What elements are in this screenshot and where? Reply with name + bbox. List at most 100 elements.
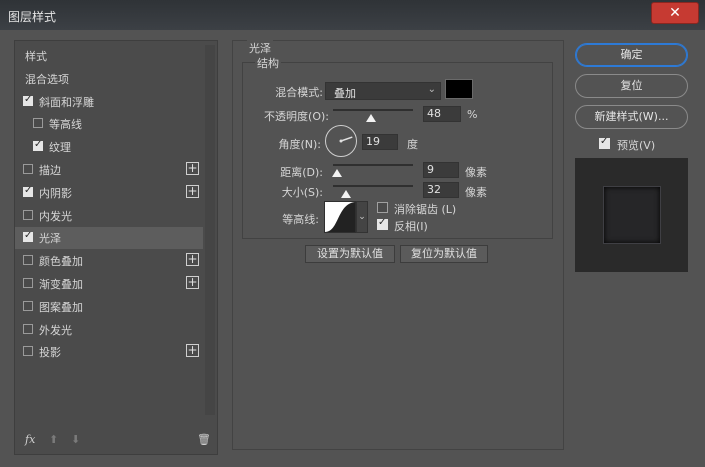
ok-button[interactable]: 确定	[575, 43, 688, 67]
style-list-item-label: 光泽	[39, 232, 61, 246]
opacity-slider-thumb[interactable]	[366, 114, 377, 122]
style-list-checkbox[interactable]	[23, 300, 33, 311]
style-list-item-label: 渐变叠加	[39, 278, 83, 291]
style-list-item[interactable]: 投影 +	[15, 341, 203, 363]
add-effect-icon[interactable]: +	[186, 276, 199, 289]
angle-dial-needle	[339, 136, 353, 143]
style-list-item[interactable]: 图案叠加	[15, 296, 203, 318]
layer-style-dialog: 图层样式 ✕ 样式混合选项斜面和浮雕等高线纹理描边+内阴影+内发光光泽颜色叠加+…	[0, 0, 705, 467]
distance-slider-thumb[interactable]	[332, 169, 342, 177]
contour-curve-icon	[325, 202, 355, 232]
antialias-checkbox[interactable]	[377, 202, 388, 213]
style-list-item-label: 描边	[39, 164, 61, 177]
angle-label: 角度(N):	[278, 138, 321, 151]
add-effect-icon[interactable]: +	[186, 344, 199, 358]
style-list-checkbox[interactable]	[23, 185, 33, 197]
section-title: 光泽	[247, 40, 273, 56]
blend-mode-value: 叠加	[334, 87, 356, 100]
preview-checkbox[interactable]	[599, 136, 610, 149]
style-list-item-label: 纹理	[49, 141, 71, 155]
style-preview	[575, 158, 688, 272]
new-style-button[interactable]: 新建样式(W)...	[575, 105, 688, 129]
style-list-item-label: 外发光	[39, 323, 72, 337]
style-list-item[interactable]: 内发光	[15, 205, 203, 227]
style-list-item[interactable]: 混合选项	[15, 68, 203, 90]
size-slider-thumb[interactable]	[341, 190, 351, 198]
style-list-item-label: 样式	[25, 50, 47, 63]
style-list-checkbox[interactable]	[23, 209, 33, 220]
style-list-item[interactable]: 渐变叠加 +	[15, 273, 203, 295]
structure-group: 结构 混合模式: 叠加 ⌄ 不透明度(O): 48 % 角度(N): 19 度 …	[242, 55, 553, 239]
style-list-checkbox[interactable]	[33, 118, 43, 129]
distance-slider[interactable]	[333, 164, 413, 166]
satin-panel: 光泽 结构 混合模式: 叠加 ⌄ 不透明度(O): 48 % 角度(N): 19	[232, 40, 564, 450]
style-list-checkbox[interactable]	[23, 278, 33, 288]
style-list-item-label: 投影	[39, 346, 61, 360]
opacity-label: 不透明度(O):	[264, 110, 329, 123]
add-effect-icon[interactable]: +	[186, 184, 199, 198]
style-list-item[interactable]: 颜色叠加 +	[15, 250, 203, 272]
style-list-item-label: 内发光	[39, 209, 72, 223]
style-list-item[interactable]: 样式	[15, 45, 203, 67]
distance-label: 距离(D):	[280, 166, 323, 179]
style-list-checkbox[interactable]	[33, 139, 43, 152]
blend-mode-select[interactable]: 叠加 ⌄	[325, 82, 441, 100]
opacity-slider[interactable]	[333, 109, 413, 111]
close-button[interactable]: ✕	[651, 2, 699, 24]
size-slider[interactable]	[333, 185, 413, 187]
add-effect-icon[interactable]: +	[186, 162, 199, 175]
reset-button[interactable]: 复位	[575, 74, 688, 98]
move-up-icon[interactable]: ⬆	[49, 433, 58, 446]
style-list-item-label: 混合选项	[25, 72, 69, 86]
style-list-item[interactable]: 外发光	[15, 319, 203, 341]
invert-label[interactable]: 反相(I)	[394, 218, 428, 234]
style-list-toolbar: fx ⬆ ⬇ 🗑	[15, 429, 217, 453]
style-list-item[interactable]: 描边 +	[15, 159, 203, 181]
reset-default-button[interactable]: 复位为默认值	[400, 245, 488, 263]
style-list-item-label: 内阴影	[39, 186, 72, 200]
angle-input[interactable]: 19	[362, 134, 398, 150]
fx-icon[interactable]: fx	[25, 433, 35, 446]
contour-curve-preview[interactable]	[324, 201, 356, 233]
style-list-checkbox[interactable]	[23, 255, 33, 266]
style-list-checkbox[interactable]	[23, 94, 33, 106]
opacity-unit: %	[467, 108, 478, 121]
distance-input[interactable]: 9	[423, 162, 459, 178]
group-title: 结构	[255, 55, 281, 71]
chevron-down-icon: ⌄	[427, 84, 436, 95]
title-bar[interactable]: 图层样式 ✕	[0, 0, 705, 30]
antialias-label[interactable]: 消除锯齿 (L)	[394, 201, 456, 217]
move-down-icon[interactable]: ⬇	[71, 433, 80, 446]
size-input[interactable]: 32	[423, 182, 459, 198]
size-label: 大小(S):	[281, 186, 323, 199]
style-list-item[interactable]: 内阴影 +	[15, 182, 203, 204]
opacity-input[interactable]: 48	[423, 106, 461, 122]
blend-mode-label: 混合模式:	[275, 86, 323, 99]
style-list-checkbox[interactable]	[23, 346, 33, 357]
style-list: 样式混合选项斜面和浮雕等高线纹理描边 + 内阴影 + 内发光光泽颜色叠加 + 渐变叠加 + 图案…	[15, 41, 203, 421]
invert-checkbox[interactable]	[377, 217, 388, 230]
angle-dial[interactable]	[325, 125, 357, 157]
trash-icon[interactable]: 🗑	[197, 433, 211, 446]
angle-unit: 度	[407, 138, 418, 151]
style-list-checkbox[interactable]	[23, 164, 33, 174]
preview-label[interactable]: 预览(V)	[617, 137, 655, 153]
make-default-button[interactable]: 设置为默认值	[305, 245, 395, 263]
style-list-item-label: 斜面和浮雕	[39, 95, 94, 109]
style-list-scrollbar[interactable]	[205, 45, 215, 415]
distance-unit: 像素	[465, 166, 487, 179]
style-list-item-label: 等高线	[49, 118, 82, 132]
contour-dropdown-arrow[interactable]: ⌄	[356, 201, 368, 233]
contour-label: 等高线:	[282, 213, 319, 226]
style-list-item[interactable]: 等高线	[15, 113, 203, 135]
style-list-checkbox[interactable]	[23, 230, 33, 243]
style-list-item[interactable]: 纹理	[15, 136, 203, 158]
size-unit: 像素	[465, 186, 487, 199]
add-effect-icon[interactable]: +	[186, 253, 199, 267]
style-list-checkbox[interactable]	[23, 323, 33, 334]
dialog-title: 图层样式	[8, 10, 57, 24]
style-list-item-label: 颜色叠加	[39, 255, 83, 269]
style-list-item[interactable]: 斜面和浮雕	[15, 91, 203, 113]
style-list-item[interactable]: 光泽	[15, 227, 203, 250]
blend-color-swatch[interactable]	[445, 79, 473, 99]
